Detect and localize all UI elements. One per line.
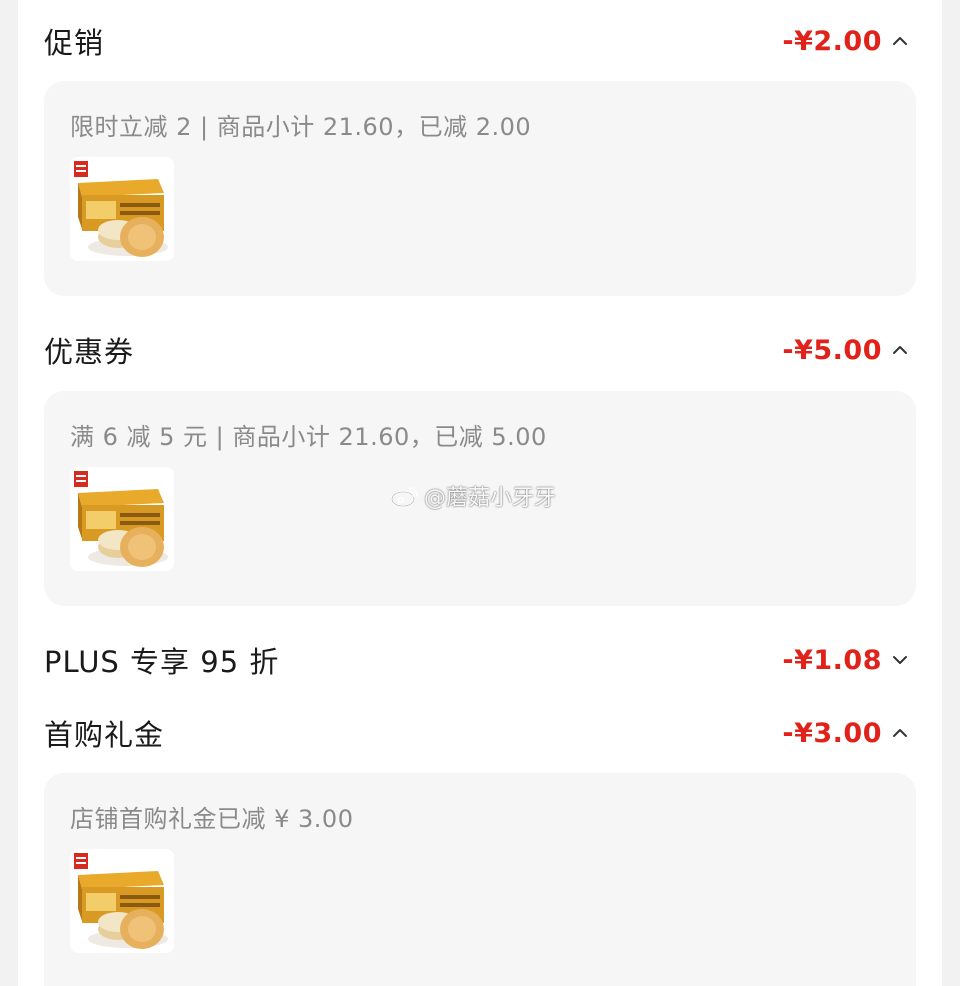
plus-discount-title: PLUS 专享 95 折 (44, 645, 280, 679)
chevron-up-icon[interactable] (888, 29, 912, 53)
promotion-detail-text: 限时立减 2 | 商品小计 21.60，已减 2.00 (70, 113, 532, 141)
coupon-title: 优惠券 (44, 335, 135, 369)
promotion-title: 促销 (44, 26, 105, 60)
coupon-row[interactable]: 优惠券 -¥5.00 (44, 325, 912, 375)
watermark-text: @蘑菇小牙牙 (424, 486, 557, 511)
first-purchase-gift-title: 首购礼金 (44, 718, 165, 752)
weibo-icon (391, 487, 418, 507)
mooncake-gift-box-image (74, 161, 168, 257)
chevron-up-icon[interactable] (888, 338, 912, 362)
first-purchase-gift-detail-text: 店铺首购礼金已减 ¥ 3.00 (70, 805, 354, 833)
coupon-amount: -¥5.00 (782, 334, 882, 366)
first-purchase-gift-detail-panel: 店铺首购礼金已减 ¥ 3.00 (44, 773, 916, 986)
first-purchase-gift-amount: -¥3.00 (782, 717, 882, 749)
product-thumbnail[interactable] (70, 157, 174, 261)
mooncake-gift-box-image (74, 853, 168, 949)
chevron-up-icon[interactable] (888, 721, 912, 745)
coupon-detail-text: 满 6 减 5 元 | 商品小计 21.60，已减 5.00 (70, 423, 547, 451)
first-purchase-gift-row[interactable]: 首购礼金 -¥3.00 (44, 708, 912, 758)
mooncake-gift-box-image (74, 471, 168, 567)
product-thumbnail[interactable] (70, 849, 174, 953)
plus-discount-amount: -¥1.08 (782, 644, 882, 676)
promotion-detail-panel: 限时立减 2 | 商品小计 21.60，已减 2.00 (44, 81, 916, 296)
chevron-down-icon[interactable] (888, 648, 912, 672)
promotion-row[interactable]: 促销 -¥2.00 (44, 16, 912, 66)
product-thumbnail[interactable] (70, 467, 174, 571)
promotion-amount: -¥2.00 (782, 25, 882, 57)
plus-discount-row[interactable]: PLUS 专享 95 折 -¥1.08 (44, 635, 912, 685)
watermark: @蘑菇小牙牙 (390, 480, 556, 512)
